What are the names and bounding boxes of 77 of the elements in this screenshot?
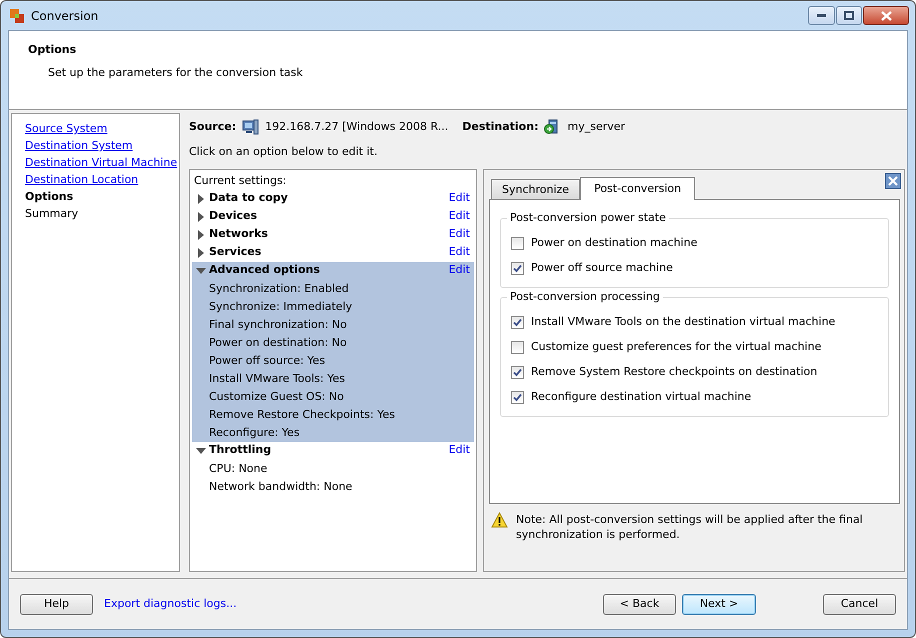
setting-value: Install VMware Tools: Yes: [208, 370, 346, 386]
edit-link[interactable]: Edit: [448, 226, 470, 243]
next-button[interactable]: Next >: [682, 594, 756, 614]
step-link[interactable]: Destination Virtual Machine: [25, 156, 178, 169]
checkbox-label[interactable]: Remove System Restore checkpoints on destination: [531, 364, 818, 380]
checkbox-label[interactable]: Install VMware Tools on the destination virtual machine: [531, 314, 836, 330]
maximize-button[interactable]: [836, 6, 862, 25]
export-logs-link[interactable]: Export diagnostic logs...: [104, 596, 237, 612]
setting-value: Reconfigure: Yes: [208, 424, 301, 440]
app-icon: [9, 8, 25, 24]
tab[interactable]: Post-conversion: [580, 176, 696, 200]
back-button[interactable]: < Back: [603, 594, 676, 614]
minimize-icon: [817, 14, 826, 17]
window-title: Conversion: [31, 8, 98, 24]
cancel-button[interactable]: Cancel: [823, 594, 896, 614]
group-label[interactable]: Devices: [209, 208, 258, 225]
step-link[interactable]: Destination System: [25, 139, 133, 152]
close-icon: [880, 10, 892, 20]
checkbox-label[interactable]: Customize guest preferences for the virtual machine: [531, 338, 822, 356]
checkbox-label[interactable]: Power off source machine: [531, 260, 673, 276]
current-step: Options: [25, 190, 74, 203]
step-link[interactable]: Source System: [25, 122, 108, 135]
group-title: Post-conversion processing: [507, 288, 663, 305]
destination-label: Destination:: [462, 118, 538, 135]
edit-link[interactable]: Edit: [448, 244, 470, 261]
instruction-text: Click on an option below to edit it.: [189, 144, 378, 160]
close-button[interactable]: [863, 6, 909, 25]
checkbox[interactable]: [511, 340, 524, 354]
warning-icon: [491, 512, 508, 528]
edit-link[interactable]: Edit: [448, 190, 470, 207]
edit-link[interactable]: Edit: [448, 442, 470, 459]
checkbox[interactable]: [511, 262, 524, 274]
computer-icon: [242, 119, 260, 135]
source-value: 192.168.7.27 [Windows 2008 R...: [265, 118, 448, 135]
group-label[interactable]: Networks: [209, 226, 268, 243]
setting-value: Synchronization: Enabled: [208, 280, 350, 296]
collapsed-icon[interactable]: [196, 248, 206, 258]
checkbox-label[interactable]: Reconfigure destination virtual machine: [531, 388, 752, 406]
setting-value: Customize Guest OS: No: [208, 388, 345, 404]
collapsed-icon[interactable]: [196, 194, 206, 204]
source-label: Source:: [189, 118, 236, 135]
expanded-icon[interactable]: [196, 266, 206, 276]
page-title: Options: [28, 42, 78, 58]
page-subtitle: Set up the parameters for the conversion task: [48, 64, 304, 80]
collapsed-icon[interactable]: [196, 230, 206, 240]
checkbox[interactable]: [511, 316, 524, 328]
checkbox-label[interactable]: Power on destination machine: [531, 234, 698, 252]
setting-value: Power off source: Yes: [208, 352, 326, 368]
setting-value: Power on destination: No: [208, 334, 348, 350]
step-item: Summary: [25, 207, 78, 220]
edit-link[interactable]: Edit: [448, 262, 470, 279]
edit-link[interactable]: Edit: [448, 208, 470, 225]
tree-heading: Current settings:: [193, 172, 288, 188]
setting-value: Synchronize: Immediately: [208, 298, 354, 314]
setting-value: Network bandwidth: None: [208, 478, 354, 494]
checkbox[interactable]: [511, 236, 524, 250]
maximize-icon: [844, 11, 854, 20]
selected-group[interactable]: [192, 262, 474, 442]
group-title: Post-conversion power state: [507, 210, 669, 226]
help-button[interactable]: Help: [20, 594, 93, 614]
setting-value: Remove Restore Checkpoints: Yes: [208, 406, 396, 422]
tab[interactable]: Synchronize: [491, 178, 580, 198]
group-label[interactable]: Data to copy: [209, 190, 288, 207]
step-link[interactable]: Destination Location: [25, 173, 138, 186]
setting-value: Final synchronization: No: [208, 316, 348, 332]
checkbox[interactable]: [511, 366, 524, 378]
expanded-icon[interactable]: [196, 446, 206, 456]
destination-value: my_server: [567, 118, 626, 135]
collapsed-icon[interactable]: [196, 212, 206, 222]
group-label[interactable]: Throttling: [209, 442, 272, 459]
minimize-button[interactable]: [808, 6, 835, 25]
note-text: Note: All post-conversion settings will be applied after the final synchronization is performed.: [516, 512, 864, 542]
setting-value: CPU: None: [208, 460, 268, 476]
group-label[interactable]: Services: [209, 244, 262, 261]
close-icon[interactable]: [885, 172, 901, 188]
checkbox[interactable]: [511, 390, 524, 404]
group-label[interactable]: Advanced options: [209, 262, 320, 279]
